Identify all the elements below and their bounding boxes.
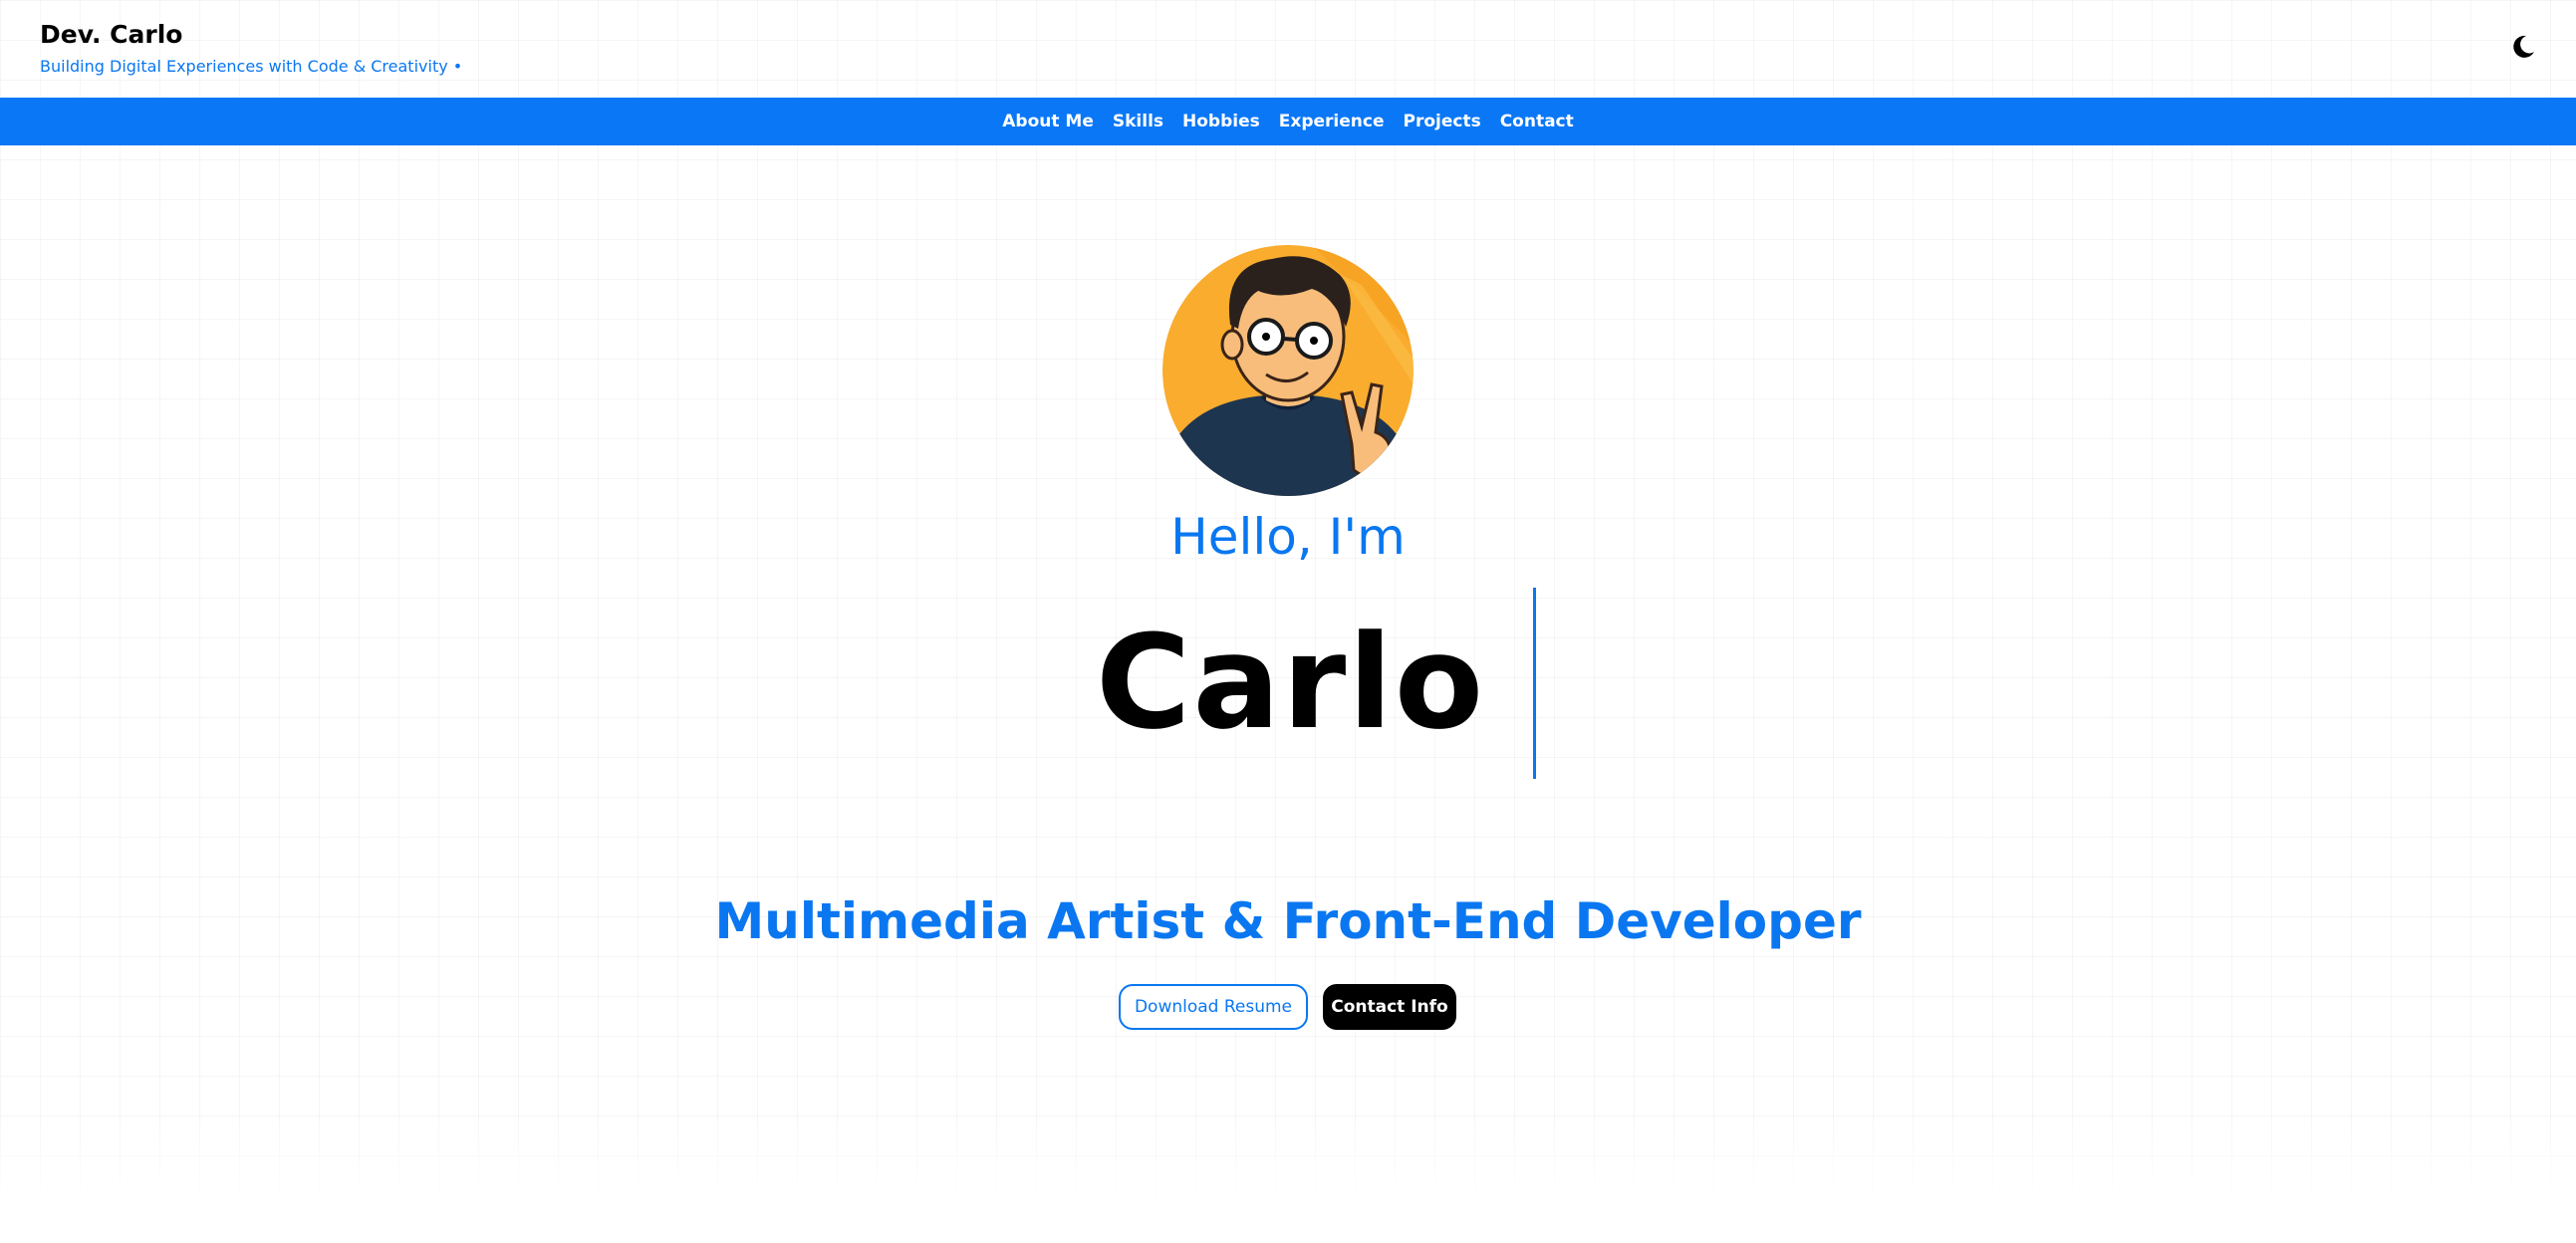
download-resume-button[interactable]: Download Resume — [1119, 984, 1308, 1030]
typing-cursor — [1533, 588, 1536, 779]
nav-item-projects[interactable]: Projects — [1403, 112, 1480, 131]
nav-item-hobbies[interactable]: Hobbies — [1182, 112, 1260, 131]
brand-tagline: Building Digital Experiences with Code &… — [40, 57, 463, 76]
nav-item-about-me[interactable]: About Me — [1002, 112, 1094, 131]
theme-toggle-button[interactable] — [2508, 32, 2538, 62]
site-header: Dev. Carlo Building Digital Experiences … — [0, 0, 2576, 98]
hero-greeting: Hello, I'm — [1170, 508, 1406, 566]
cartoon-avatar-icon — [1162, 245, 1414, 496]
avatar — [1162, 245, 1414, 496]
nav-item-skills[interactable]: Skills — [1113, 112, 1163, 131]
main-nav: About Me Skills Hobbies Experience Proje… — [0, 98, 2576, 145]
contact-info-button[interactable]: Contact Info — [1323, 984, 1456, 1030]
bottom-fade — [0, 1116, 2576, 1243]
nav-item-contact[interactable]: Contact — [1500, 112, 1574, 131]
brand-title[interactable]: Dev. Carlo — [40, 20, 182, 49]
hero-role: Multimedia Artist & Front-End Developer — [714, 892, 1862, 950]
page: Dev. Carlo Building Digital Experiences … — [0, 0, 2576, 1243]
moon-icon — [2513, 35, 2534, 58]
hero-name: Carlo — [1096, 607, 1486, 758]
nav-item-experience[interactable]: Experience — [1279, 112, 1385, 131]
